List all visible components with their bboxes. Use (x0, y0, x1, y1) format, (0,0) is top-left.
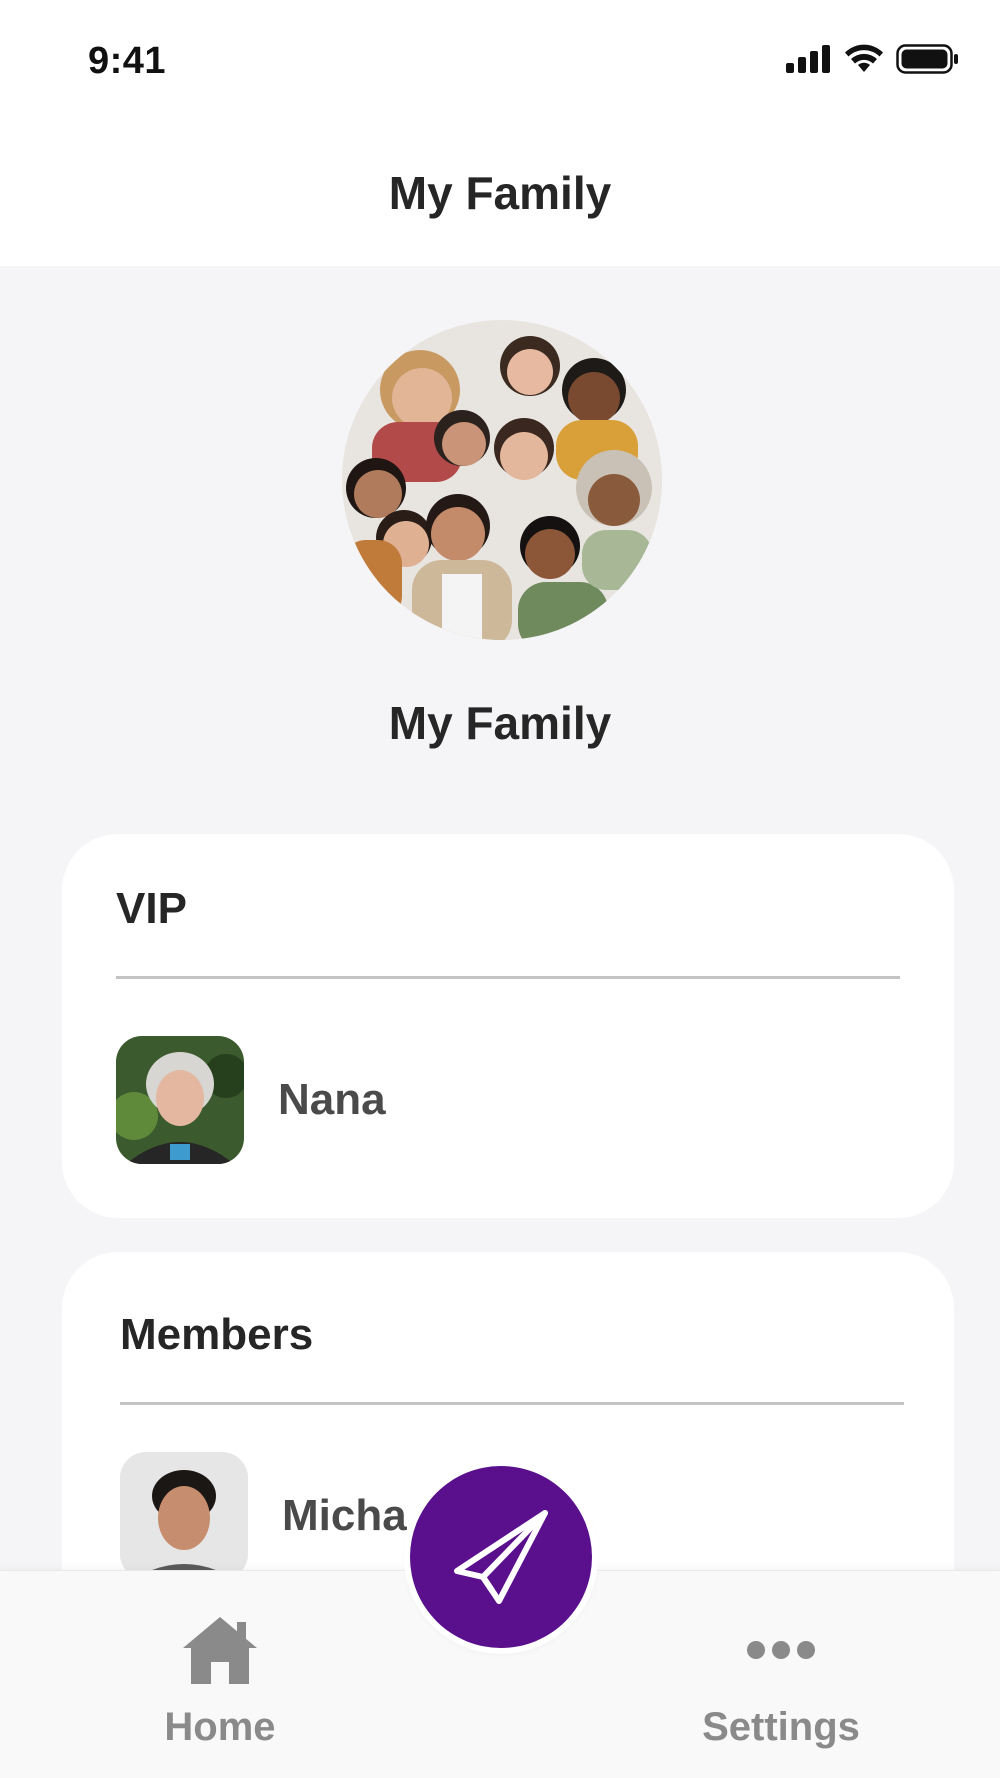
signal-icon (786, 45, 830, 73)
status-icons (786, 44, 960, 74)
group-photo[interactable] (342, 320, 662, 640)
avatar (116, 1036, 244, 1164)
nav-header: My Family (0, 120, 1000, 266)
status-bar: 9:41 (0, 0, 1000, 120)
tab-home-label: Home (164, 1705, 276, 1749)
paper-plane-icon (454, 1510, 548, 1604)
list-item[interactable]: Nana (116, 1036, 900, 1164)
vip-card: VIP Nana (62, 834, 954, 1218)
member-name: Micha (282, 1491, 407, 1540)
tab-settings-label: Settings (702, 1705, 860, 1749)
status-time: 9:41 (88, 40, 167, 82)
member-name: Nana (278, 1075, 386, 1124)
wifi-icon (845, 44, 883, 72)
send-button[interactable] (410, 1466, 592, 1648)
main-content: My Family VIP Nana Members Micha (0, 266, 1000, 1570)
members-section-title: Members (120, 1310, 314, 1359)
more-dots-icon (746, 1611, 816, 1689)
members-divider (120, 1402, 904, 1405)
page-title: My Family (388, 167, 612, 219)
vip-divider (116, 976, 900, 979)
avatar (120, 1452, 248, 1570)
home-icon (181, 1611, 259, 1689)
group-photo-image (342, 320, 662, 640)
group-name: My Family (388, 697, 612, 749)
tab-settings[interactable]: Settings (651, 1571, 911, 1778)
battery-icon (896, 44, 958, 74)
tab-home[interactable]: Home (90, 1571, 350, 1778)
vip-section-title: VIP (116, 884, 187, 933)
